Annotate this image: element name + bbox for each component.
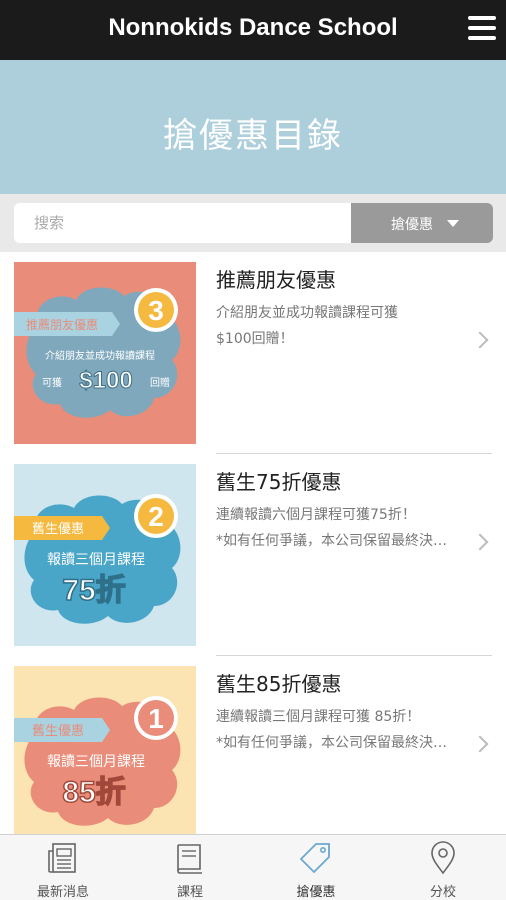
offer-title: 推薦朋友優惠 [216,268,336,292]
offer-number: 2 [148,501,164,532]
chevron-right-icon [471,735,489,753]
offer-tag: 舊生優惠 [32,724,84,739]
offer-line2: 可獲 [42,376,62,389]
category-filter-dropdown[interactable]: 搶優惠 [351,203,493,243]
app-header: Nonnokids Dance School [0,0,506,60]
offer-list: 3 推薦朋友優惠 介紹朋友並成功報讀課程 可獲 $100 回贈 推薦朋友優惠 介… [0,252,506,834]
offer-line1: 介紹朋友並成功報讀課程 [45,349,155,362]
tab-label: 課程 [176,885,203,900]
offer-tag: 舊生優惠 [32,522,84,537]
chevron-right-icon [471,533,489,551]
offer-line1: 報讀三個月課程 [47,754,145,770]
chevron-right-icon [471,331,489,349]
tab-branches[interactable]: 分校 [380,835,506,900]
offer-card[interactable]: 3 推薦朋友優惠 介紹朋友並成功報讀課程 可獲 $100 回贈 推薦朋友優惠 介… [0,252,506,454]
filter-label: 搶優惠 [391,217,433,233]
offer-big-text: $100 [79,367,132,394]
offer-tag: 推薦朋友優惠 [26,318,98,332]
tab-label: 搶優惠 [296,885,336,900]
price-tag-icon [300,843,330,874]
bottom-tab-bar: 最新消息 課程 搶優惠 分校 [0,834,506,900]
page-banner: 搶優惠目錄 [0,60,506,194]
offer-title: 舊生75折優惠 [216,470,342,494]
offer-number: 3 [148,295,164,326]
offer-card[interactable]: 2 舊生優惠 報讀三個月課程 75折 舊生75折優惠 連續報讀六個月課程可獲75… [0,454,506,656]
offer-line1: 報讀三個月課程 [47,552,145,568]
search-input[interactable] [14,203,352,243]
offer-image: 2 舊生優惠 報讀三個月課程 75折 [14,464,196,646]
newspaper-icon [48,843,76,873]
offer-description: 連續報讀三個月課程可獲 85折！ *如有任何爭議，本公司保留最終決定權 [216,709,458,751]
offer-image: 1 舊生優惠 報讀三個月課程 85折 [14,666,196,834]
tab-label: 分校 [429,885,456,900]
tab-courses[interactable]: 課程 [127,835,253,900]
offer-image: 3 推薦朋友優惠 介紹朋友並成功報讀課程 可獲 $100 回贈 [14,262,196,444]
offer-suffix: 回贈 [150,376,170,389]
offer-big-text: 85折 [62,776,125,809]
offer-card[interactable]: 1 舊生優惠 報讀三個月課程 85折 舊生85折優惠 連續報讀三個月課程可獲 8… [0,656,506,834]
book-icon [177,844,202,874]
offer-description: 連續報讀六個月課程可獲75折！ *如有任何爭議，本公司保留最終決定權 [216,507,458,549]
app-title: Nonnokids Dance School [108,14,398,41]
offer-description: 介紹朋友並成功報讀課程可獲 $100回贈！ [216,305,398,347]
offer-title: 舊生85折優惠 [216,672,342,696]
offer-big-text: 75折 [62,574,125,607]
tab-label: 最新消息 [36,885,89,900]
offer-number: 1 [148,703,164,734]
search-bar: 搶優惠 [0,194,506,252]
hamburger-menu-icon[interactable] [468,16,496,42]
caret-down-icon [447,220,459,227]
page-title: 搶優惠目錄 [163,116,343,156]
tab-news[interactable]: 最新消息 [0,835,126,900]
map-pin-icon [431,841,455,875]
tab-offers[interactable]: 搶優惠 [253,835,379,900]
